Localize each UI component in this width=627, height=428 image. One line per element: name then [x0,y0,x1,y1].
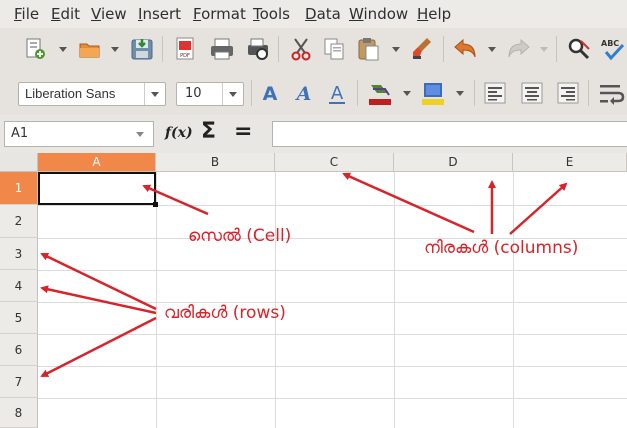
row-7-arrow [40,316,157,378]
annotation-arrows [40,172,568,378]
columns-annotation: നിരകൾ (columns) [424,238,579,258]
column-e-arrow [509,182,568,235]
cell-annotation: സെൽ (Cell) [188,226,292,246]
rows-annotation: വരികൾ (rows) [164,303,286,323]
cell-arrow [142,184,209,216]
column-c-arrow [342,172,475,234]
